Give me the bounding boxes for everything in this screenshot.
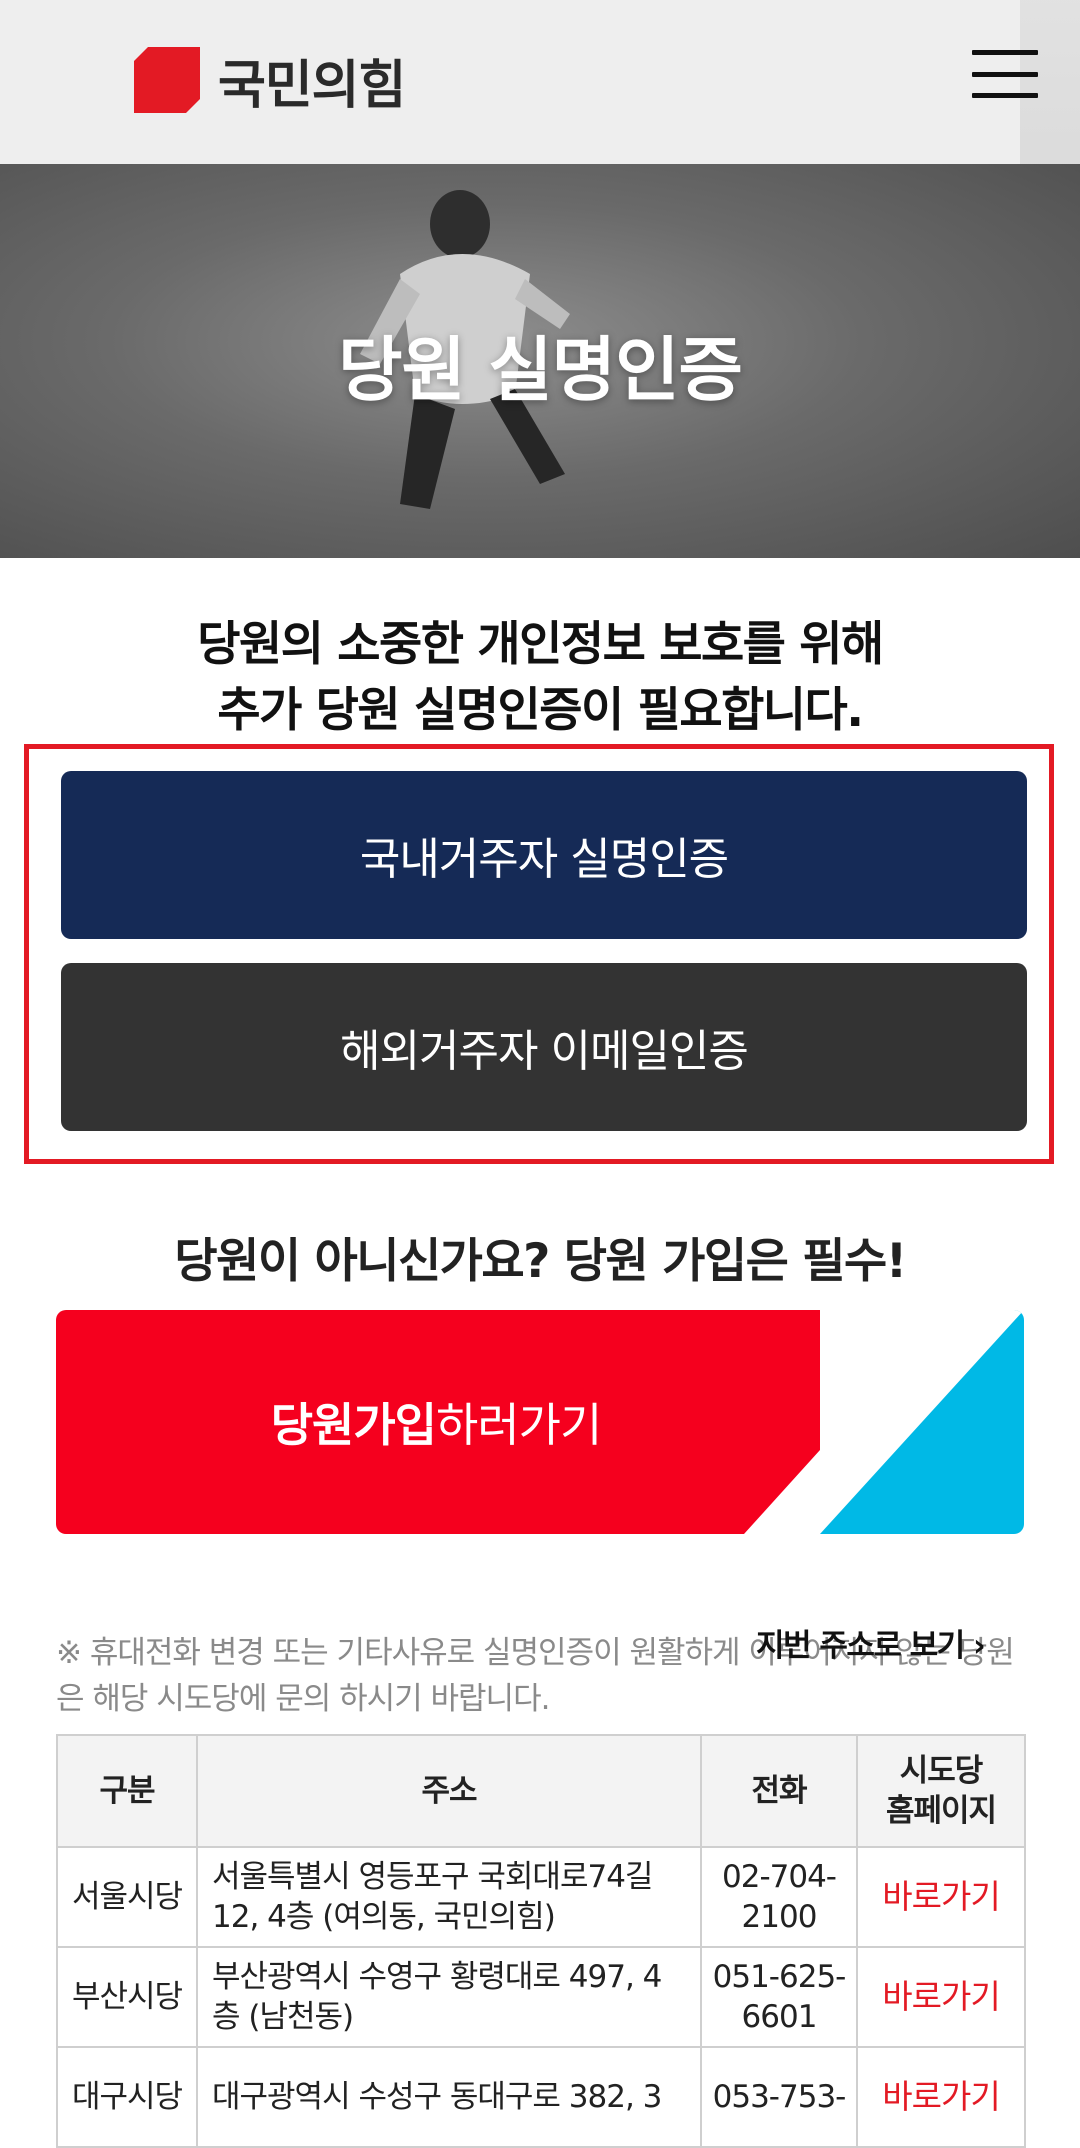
cell-address: 대구광역시 수성구 동대구로 382, 3 [196,2046,702,2148]
hamburger-menu-icon[interactable] [972,50,1038,98]
homepage-link[interactable]: 바로가기 [882,1877,1000,1916]
homepage-link[interactable]: 바로가기 [882,1977,1000,2016]
join-party-button[interactable]: 당원가입 하러가기 [56,1310,1024,1534]
intro-message: 당원의 소중한 개인정보 보호를 위해 추가 당원 실명인증이 필요합니다. [0,612,1080,744]
header-address: 주소 [196,1734,702,1848]
jibeon-address-link-label: 지번 주소로 보기 [756,1628,965,1664]
overseas-email-verification-button[interactable]: 해외거주자 이메일인증 [61,963,1027,1131]
join-label-strong: 당원가입 [270,1398,437,1452]
cell-address: 서울특별시 영등포구 국회대로74길 12, 4층 (여의동, 국민의힘) [196,1846,702,1948]
domestic-verification-button[interactable]: 국내거주자 실명인증 [61,771,1027,939]
logo-mark-icon [134,47,200,113]
jibeon-address-link[interactable]: 지번 주소로 보기 › [756,1620,986,1665]
table-row: 부산시당 부산광역시 수영구 황령대로 497, 4층 (남천동) 051-62… [56,1946,1026,2048]
intro-line-1: 당원의 소중한 개인정보 보호를 위해 [197,617,884,672]
table-header-row: 구분 주소 전화 시도당 홈페이지 [56,1734,1026,1848]
cell-region: 서울시당 [56,1846,198,1948]
cell-region: 대구시당 [56,2046,198,2148]
cell-address: 부산광역시 수영구 황령대로 497, 4층 (남천동) [196,1946,702,2048]
header-phone: 전화 [700,1734,858,1848]
header-region: 구분 [56,1734,198,1848]
cell-phone: 051-625-6601 [700,1946,858,2048]
cell-phone: 053-753- [700,2046,858,2148]
join-label-rest: 하러가기 [436,1398,602,1452]
join-question: 당원이 아니신가요? 당원 가입은 필수! [174,1234,907,1289]
cell-phone: 02-704-2100 [700,1846,858,1948]
intro-line-2: 추가 당원 실명인증이 필요합니다. [217,683,864,738]
chevron-right-icon: › [973,1628,986,1664]
header-homepage: 시도당 홈페이지 [856,1734,1026,1848]
regional-office-table: 구분 주소 전화 시도당 홈페이지 서울시당 서울특별시 영등포구 국회대로74… [56,1734,1026,2148]
table-row: 서울시당 서울특별시 영등포구 국회대로74길 12, 4층 (여의동, 국민의… [56,1846,1026,1948]
homepage-link[interactable]: 바로가기 [882,2077,1000,2116]
verification-options: 국내거주자 실명인증 해외거주자 이메일인증 [24,744,1054,1164]
logo[interactable]: 국민의힘 [134,46,406,116]
page-title: 당원 실명인증 [338,329,743,411]
table-row: 대구시당 대구광역시 수성구 동대구로 382, 3 053-753- 바로가기 [56,2046,1026,2148]
hero-banner: 당원 실명인증 [0,164,1080,558]
site-header: 국민의힘 [0,0,1080,164]
logo-text: 국민의힘 [218,55,406,116]
cell-region: 부산시당 [56,1946,198,2048]
